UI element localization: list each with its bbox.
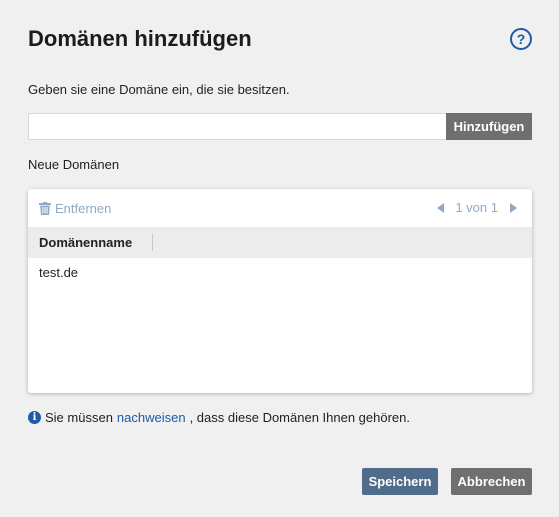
- info-icon: i: [28, 411, 41, 424]
- info-text-after: , dass diese Domänen Ihnen gehören.: [189, 410, 411, 425]
- trash-icon: [39, 201, 51, 215]
- grid-header: Domänenname: [28, 227, 532, 258]
- save-button[interactable]: Speichern: [362, 468, 438, 495]
- previous-page-icon[interactable]: [435, 202, 445, 214]
- new-domains-label: Neue Domänen: [28, 157, 120, 172]
- pager-text: 1 von 1: [455, 200, 498, 215]
- table-row[interactable]: test.de: [28, 258, 532, 288]
- column-header-domain-name[interactable]: Domänenname: [39, 227, 148, 258]
- verify-link[interactable]: nachweisen: [117, 410, 186, 425]
- remove-button[interactable]: Entfernen: [39, 200, 111, 216]
- verification-note: i Sie müssen nachweisen , dass diese Dom…: [28, 410, 410, 425]
- info-text-before: Sie müssen: [45, 410, 113, 425]
- cancel-button[interactable]: Abbrechen: [451, 468, 532, 495]
- intro-text: Geben sie eine Domäne ein, die sie besit…: [28, 82, 290, 97]
- help-glyph: ?: [516, 31, 526, 47]
- domains-grid: Entfernen 1 von 1 Domänenname test.de: [28, 189, 532, 393]
- next-page-icon[interactable]: [508, 202, 518, 214]
- domain-input[interactable]: [28, 113, 446, 140]
- add-domain-button[interactable]: Hinzufügen: [446, 113, 532, 140]
- help-icon[interactable]: ?: [510, 28, 532, 50]
- add-domains-dialog: Domänen hinzufügen ? Geben sie eine Domä…: [0, 0, 559, 517]
- remove-button-label: Entfernen: [55, 200, 112, 216]
- grid-toolbar: Entfernen 1 von 1: [28, 189, 532, 227]
- column-separator[interactable]: [152, 234, 153, 251]
- dialog-title: Domänen hinzufügen: [28, 26, 252, 51]
- pager: 1 von 1: [435, 200, 518, 215]
